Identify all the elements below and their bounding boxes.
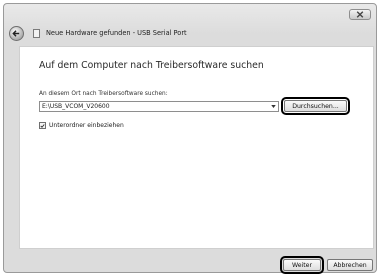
page-heading: Auf dem Computer nach Treibersoftware su…	[39, 60, 264, 71]
browse-button[interactable]: Durchsuchen...	[281, 97, 350, 115]
back-button[interactable]	[9, 25, 24, 41]
dropdown-button[interactable]	[268, 102, 278, 111]
include-subfolders-checkbox[interactable]	[39, 122, 46, 129]
checkmark-icon	[40, 123, 45, 128]
search-path-value[interactable]: E:\USB_VCOM_V20600	[40, 103, 268, 110]
chevron-down-icon	[270, 105, 276, 108]
search-location-label: An diesem Ort nach Treibersoftware suche…	[39, 91, 168, 97]
include-subfolders-row[interactable]: Unterordner einbeziehen	[39, 122, 124, 129]
cancel-button[interactable]: Abbrechen	[327, 259, 373, 271]
window-title: Neue Hardware gefunden - USB Serial Port	[46, 29, 187, 37]
search-path-combobox[interactable]: E:\USB_VCOM_V20600	[39, 101, 279, 112]
include-subfolders-label: Unterordner einbeziehen	[49, 122, 124, 129]
close-icon	[356, 11, 364, 18]
title-bar: Neue Hardware gefunden - USB Serial Port	[9, 24, 369, 42]
content-panel: Auf dem Computer nach Treibersoftware su…	[19, 46, 374, 249]
dialog-window: Neue Hardware gefunden - USB Serial Port…	[3, 3, 377, 274]
dialog-footer: Weiter Abbrechen	[7, 252, 381, 277]
next-button[interactable]: Weiter	[280, 256, 324, 274]
close-button[interactable]	[349, 9, 371, 20]
hardware-icon	[33, 28, 40, 38]
back-arrow-icon	[12, 29, 20, 37]
